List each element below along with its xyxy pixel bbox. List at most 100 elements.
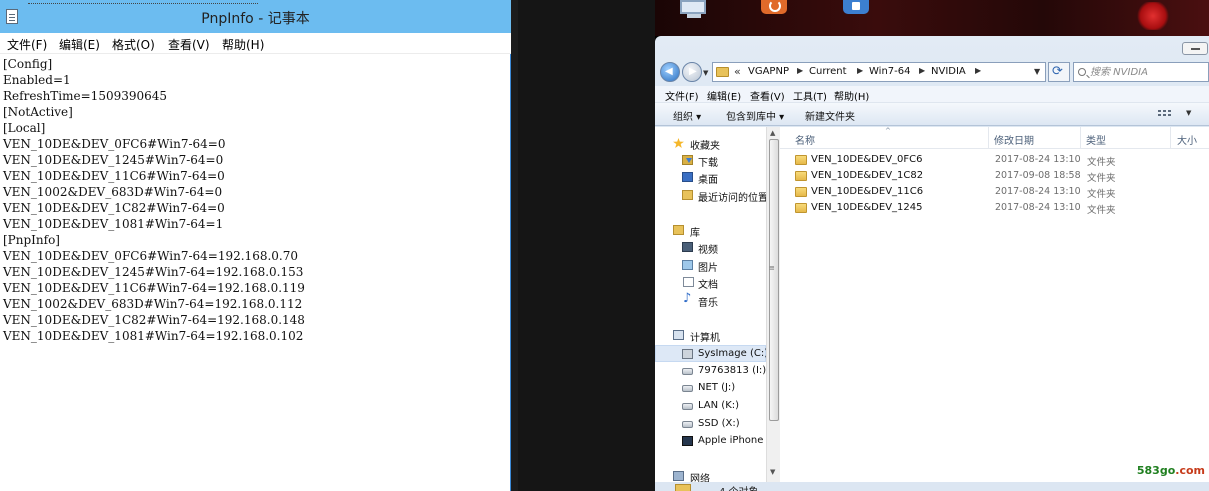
table-row[interactable]: VEN_10DE&DEV_11C6 2017-08-24 13:10 文件夹 bbox=[790, 184, 1200, 200]
explorer-menu-tools[interactable]: 工具(T) bbox=[793, 88, 827, 103]
notepad-title: PnpInfo - 记事本 bbox=[201, 11, 310, 27]
nav-label: 视频 bbox=[698, 245, 718, 256]
nav-drive-c[interactable]: SysImage (C:) bbox=[655, 345, 768, 362]
breadcrumb-win7-64[interactable]: Win7-64 bbox=[869, 66, 910, 77]
nav-label: 文档 bbox=[698, 280, 718, 291]
text-line: VEN_10DE&DEV_1C82#Win7-64=192.168.0.148 bbox=[3, 313, 305, 327]
breadcrumb-vgapnp[interactable]: VGAPNP bbox=[748, 66, 789, 77]
status-text: 4 个对象 bbox=[719, 483, 759, 491]
notepad-text-area[interactable]: [Config] Enabled=1 RefreshTime=150939064… bbox=[3, 56, 305, 344]
forward-arrow-icon[interactable] bbox=[682, 62, 702, 82]
nav-desktop[interactable]: 桌面 bbox=[655, 169, 766, 186]
chevron-right-icon[interactable]: ▶ bbox=[975, 66, 981, 75]
organize-button[interactable]: 组织 ▾ bbox=[673, 108, 701, 123]
nav-drive-i[interactable]: 79763813 (I:) bbox=[655, 363, 766, 380]
recent-pages-dropdown[interactable]: ▼ bbox=[703, 69, 708, 77]
nav-iphone[interactable]: Apple iPhone bbox=[655, 433, 766, 450]
refresh-button[interactable]: ⟳ bbox=[1048, 62, 1070, 82]
nav-drive-x[interactable]: SSD (X:) bbox=[655, 416, 766, 433]
scroll-up-icon[interactable]: ▲ bbox=[770, 129, 775, 137]
breadcrumb-overflow[interactable]: « bbox=[734, 65, 741, 78]
breadcrumb-current[interactable]: Current bbox=[809, 66, 847, 77]
nav-downloads[interactable]: 下载 bbox=[655, 152, 766, 169]
table-row[interactable]: VEN_10DE&DEV_1245 2017-08-24 13:10 文件夹 bbox=[790, 200, 1200, 216]
nav-favorites[interactable]: 收藏夹 bbox=[655, 135, 766, 152]
column-name[interactable]: 名称 bbox=[795, 132, 815, 147]
nav-scrollbar[interactable]: ▲ ≡ ▼ bbox=[766, 127, 780, 482]
explorer-menu-edit[interactable]: 编辑(E) bbox=[707, 88, 741, 103]
text-line: VEN_10DE&DEV_0FC6#Win7-64=192.168.0.70 bbox=[3, 249, 298, 263]
file-name: VEN_10DE&DEV_11C6 bbox=[811, 186, 924, 197]
view-options-icon[interactable] bbox=[1158, 108, 1180, 120]
notepad-window: PnpInfo - 记事本 文件(F) 编辑(E) 格式(O) 查看(V) 帮助… bbox=[0, 0, 511, 491]
title-bar-overlap bbox=[28, 0, 258, 4]
new-folder-button[interactable]: 新建文件夹 bbox=[805, 108, 855, 123]
nav-documents[interactable]: 文档 bbox=[655, 274, 766, 291]
nav-drive-j[interactable]: NET (J:) bbox=[655, 380, 766, 397]
address-bar[interactable]: « VGAPNP ▶ Current ▶ Win7-64 ▶ NVIDIA ▶ … bbox=[712, 62, 1046, 82]
explorer-menubar: 文件(F) 编辑(E) 查看(V) 工具(T) 帮助(H) bbox=[655, 86, 1209, 103]
folder-icon bbox=[795, 203, 807, 213]
text-line: VEN_10DE&DEV_11C6#Win7-64=0 bbox=[3, 169, 225, 183]
explorer-menu-file[interactable]: 文件(F) bbox=[665, 88, 699, 103]
watermark-main: 583go bbox=[1136, 464, 1176, 477]
nav-computer[interactable]: 计算机 bbox=[655, 327, 766, 344]
nav-drive-k[interactable]: LAN (K:) bbox=[655, 398, 766, 415]
desktop-icon bbox=[682, 172, 693, 182]
nav-libraries[interactable]: 库 bbox=[655, 222, 766, 239]
explorer-menu-help[interactable]: 帮助(H) bbox=[834, 88, 869, 103]
folder-icon bbox=[795, 171, 807, 181]
watermark: 583go.com bbox=[1137, 464, 1205, 477]
navigation-pane: 收藏夹 下载 桌面 最近访问的位置 库 视频 图片 文档 ♪ 音乐 计算机 Sy… bbox=[655, 127, 768, 491]
notepad-menu-view[interactable]: 查看(V) bbox=[168, 36, 210, 53]
status-bar: 4 个对象 bbox=[655, 482, 1209, 491]
scroll-down-icon[interactable]: ▼ bbox=[770, 468, 775, 476]
file-type: 文件夹 bbox=[1087, 205, 1116, 216]
file-name: VEN_10DE&DEV_0FC6 bbox=[811, 154, 923, 165]
system-drive-icon bbox=[682, 349, 693, 359]
notepad-menu-format[interactable]: 格式(O) bbox=[112, 36, 155, 53]
scroll-thumb[interactable] bbox=[769, 139, 779, 421]
notepad-menu-help[interactable]: 帮助(H) bbox=[222, 36, 264, 53]
nav-pictures[interactable]: 图片 bbox=[655, 257, 766, 274]
nav-recent-places[interactable]: 最近访问的位置 bbox=[655, 187, 768, 204]
nav-music[interactable]: 音乐 bbox=[655, 291, 766, 309]
column-type[interactable]: 类型 bbox=[1086, 132, 1106, 147]
chevron-right-icon[interactable]: ▶ bbox=[919, 66, 925, 75]
file-date: 2017-08-24 13:10 bbox=[995, 186, 1081, 197]
picture-icon bbox=[682, 260, 693, 270]
file-date: 2017-08-24 13:10 bbox=[995, 154, 1081, 165]
explorer-menu-view[interactable]: 查看(V) bbox=[750, 88, 785, 103]
breadcrumb-nvidia[interactable]: NVIDIA bbox=[931, 66, 966, 77]
nav-label: 计算机 bbox=[690, 333, 720, 344]
text-line: VEN_10DE&DEV_0FC6#Win7-64=0 bbox=[3, 137, 226, 151]
text-line: VEN_10DE&DEV_1081#Win7-64=1 bbox=[3, 217, 224, 231]
notepad-menu-file[interactable]: 文件(F) bbox=[7, 36, 47, 53]
chevron-right-icon[interactable]: ▶ bbox=[797, 66, 803, 75]
desktop-wallpaper bbox=[655, 0, 1209, 36]
text-line: VEN_10DE&DEV_1245#Win7-64=0 bbox=[3, 153, 224, 167]
computer-icon[interactable] bbox=[675, 0, 709, 18]
column-header: ^ 名称 修改日期 类型 大小 bbox=[780, 127, 1209, 149]
table-row[interactable]: VEN_10DE&DEV_1C82 2017-09-08 18:58 文件夹 bbox=[790, 168, 1200, 184]
sort-arrow-icon: ^ bbox=[885, 127, 891, 135]
nav-label: 库 bbox=[690, 228, 700, 239]
nav-videos[interactable]: 视频 bbox=[655, 239, 766, 256]
nav-label: LAN (K:) bbox=[698, 400, 740, 411]
power-icon[interactable] bbox=[761, 0, 787, 14]
include-library-button[interactable]: 包含到库中 ▾ bbox=[726, 108, 784, 123]
chevron-right-icon[interactable]: ▶ bbox=[857, 66, 863, 75]
search-box[interactable] bbox=[1073, 62, 1209, 82]
back-arrow-icon[interactable] bbox=[660, 62, 680, 82]
column-size[interactable]: 大小 bbox=[1177, 132, 1197, 147]
search-input[interactable] bbox=[1090, 64, 1206, 80]
dark-window-area bbox=[518, 0, 655, 491]
notepad-title-bar[interactable]: PnpInfo - 记事本 bbox=[0, 0, 511, 33]
table-row[interactable]: VEN_10DE&DEV_0FC6 2017-08-24 13:10 文件夹 bbox=[790, 152, 1200, 168]
chevron-down-icon[interactable]: ▼ bbox=[1186, 109, 1191, 117]
minimize-button[interactable] bbox=[1182, 42, 1208, 55]
column-date[interactable]: 修改日期 bbox=[994, 132, 1034, 147]
address-dropdown-icon[interactable]: ▼ bbox=[1034, 67, 1040, 76]
notepad-menu-edit[interactable]: 编辑(E) bbox=[59, 36, 100, 53]
lock-icon[interactable] bbox=[843, 0, 869, 14]
